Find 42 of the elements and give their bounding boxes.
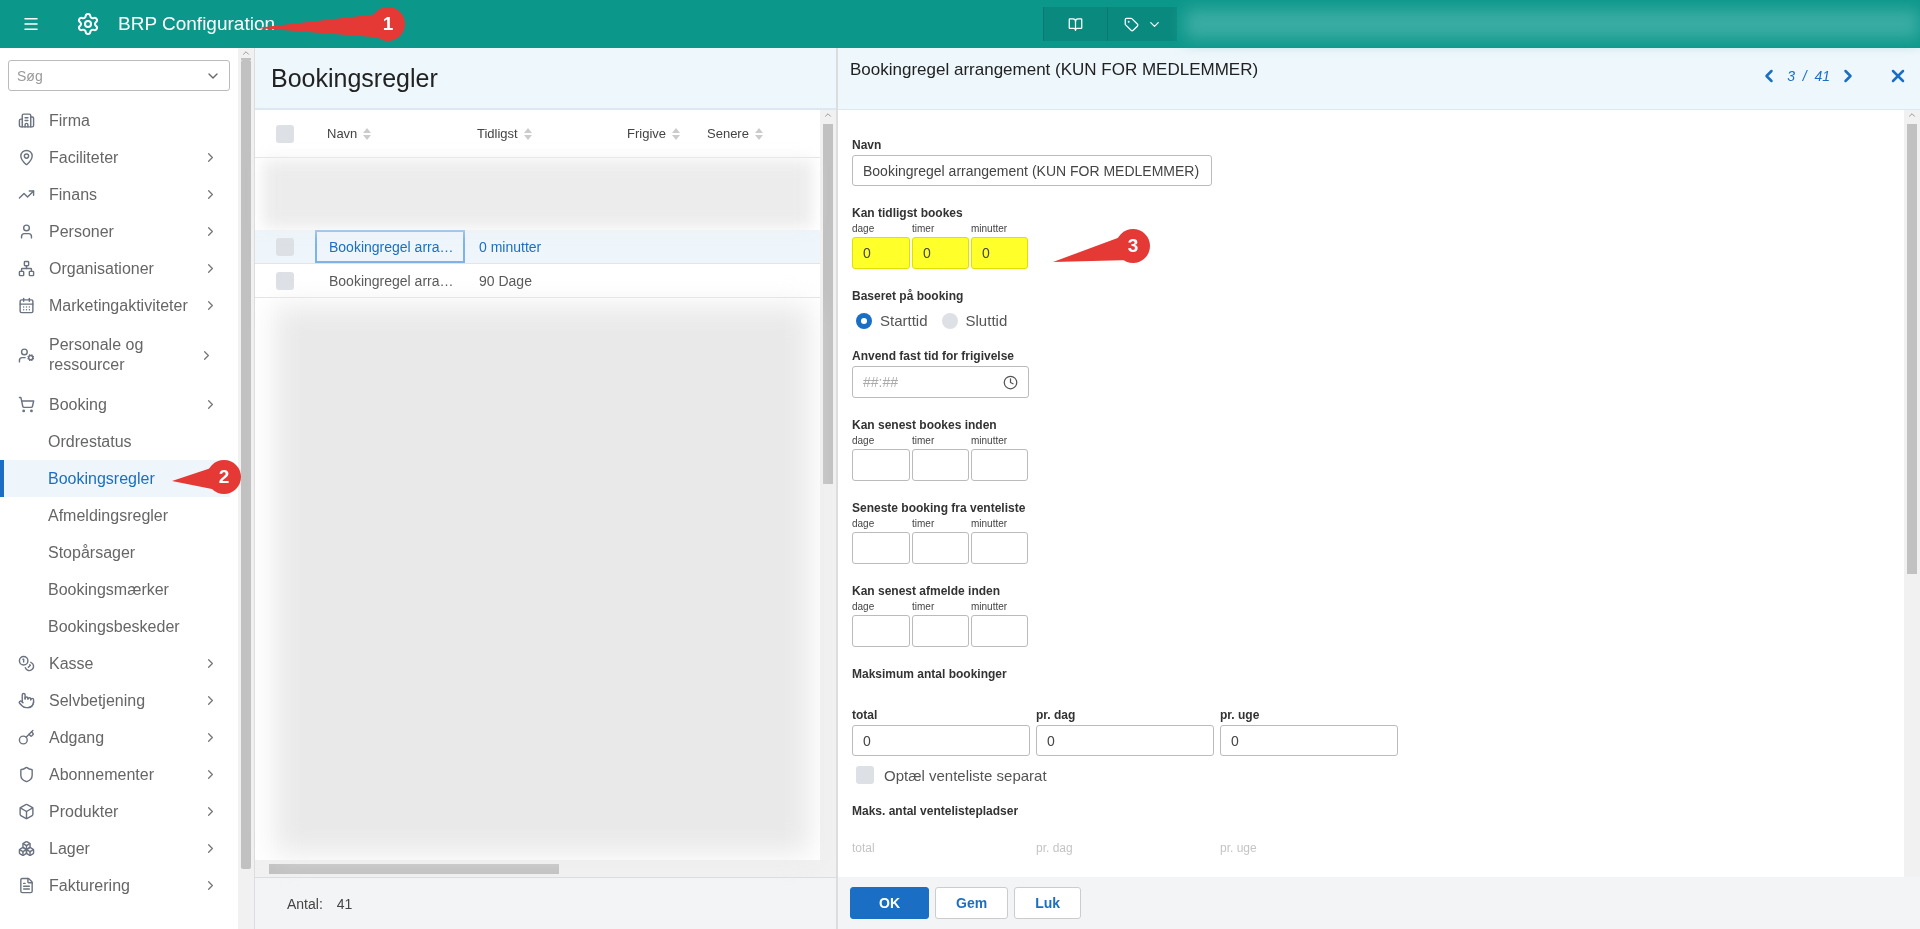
field-label: dage <box>852 435 876 446</box>
checkbox-label: Optæl venteliste separat <box>884 766 1047 784</box>
field-label: Seneste booking fra venteliste <box>852 501 1027 515</box>
field-label: Kan tidligst bookes <box>852 206 964 220</box>
field-label: pr. uge <box>1220 841 1258 855</box>
table-cell-text: 0 minutter <box>478 237 543 257</box>
field-label: Navn <box>852 138 883 152</box>
field-label: dage <box>852 601 876 612</box>
field-label: timer <box>912 435 936 446</box>
field-label: total <box>852 708 879 722</box>
field-label: minutter <box>971 435 1009 446</box>
field-label: minutter <box>971 223 1009 234</box>
field-label: pr. dag <box>1036 708 1077 722</box>
callout-tooltip: 3 <box>1053 228 1153 264</box>
field-label: minutter <box>971 518 1009 529</box>
radio-label: Starttid <box>880 312 928 329</box>
field-label: Kan senest bookes inden <box>852 418 998 432</box>
table-cell-text: 90 Dage <box>478 271 533 291</box>
field-label: Baseret på booking <box>852 289 965 303</box>
field-label: Maks. antal ventelistepladser <box>852 804 1020 818</box>
field-label: timer <box>912 518 936 529</box>
count-label: Antal: <box>287 895 323 912</box>
record-title: Bookingregel arrangement (KUN FOR MEDLEMMER) <box>850 60 1259 80</box>
pager-text: 3 / 41 <box>1787 68 1830 84</box>
page-title: Bookingsregler <box>271 63 438 93</box>
field-label: timer <box>912 601 936 612</box>
field-label: total <box>852 841 876 855</box>
field-label: Anvend fast tid for frigivelse <box>852 349 1016 363</box>
field-label: minutter <box>971 601 1009 612</box>
count-value: 41 <box>336 895 353 912</box>
app-title: BRP Configuration <box>118 13 276 35</box>
radio-label: Sluttid <box>965 312 1008 329</box>
table-cell-text: Bookingregel arra… <box>328 271 455 291</box>
field-label: pr. uge <box>1220 708 1261 722</box>
field-label: dage <box>852 223 876 234</box>
field-label: Kan senest afmelde inden <box>852 584 1002 598</box>
field-label: Maksimum antal bookinger <box>852 667 1008 681</box>
table-cell: Bookingregel arra… <box>315 230 465 263</box>
field-label: timer <box>912 223 936 234</box>
callout-tooltip: 2 <box>172 459 244 495</box>
field-label: pr. dag <box>1036 841 1074 855</box>
field-label: dage <box>852 518 876 529</box>
